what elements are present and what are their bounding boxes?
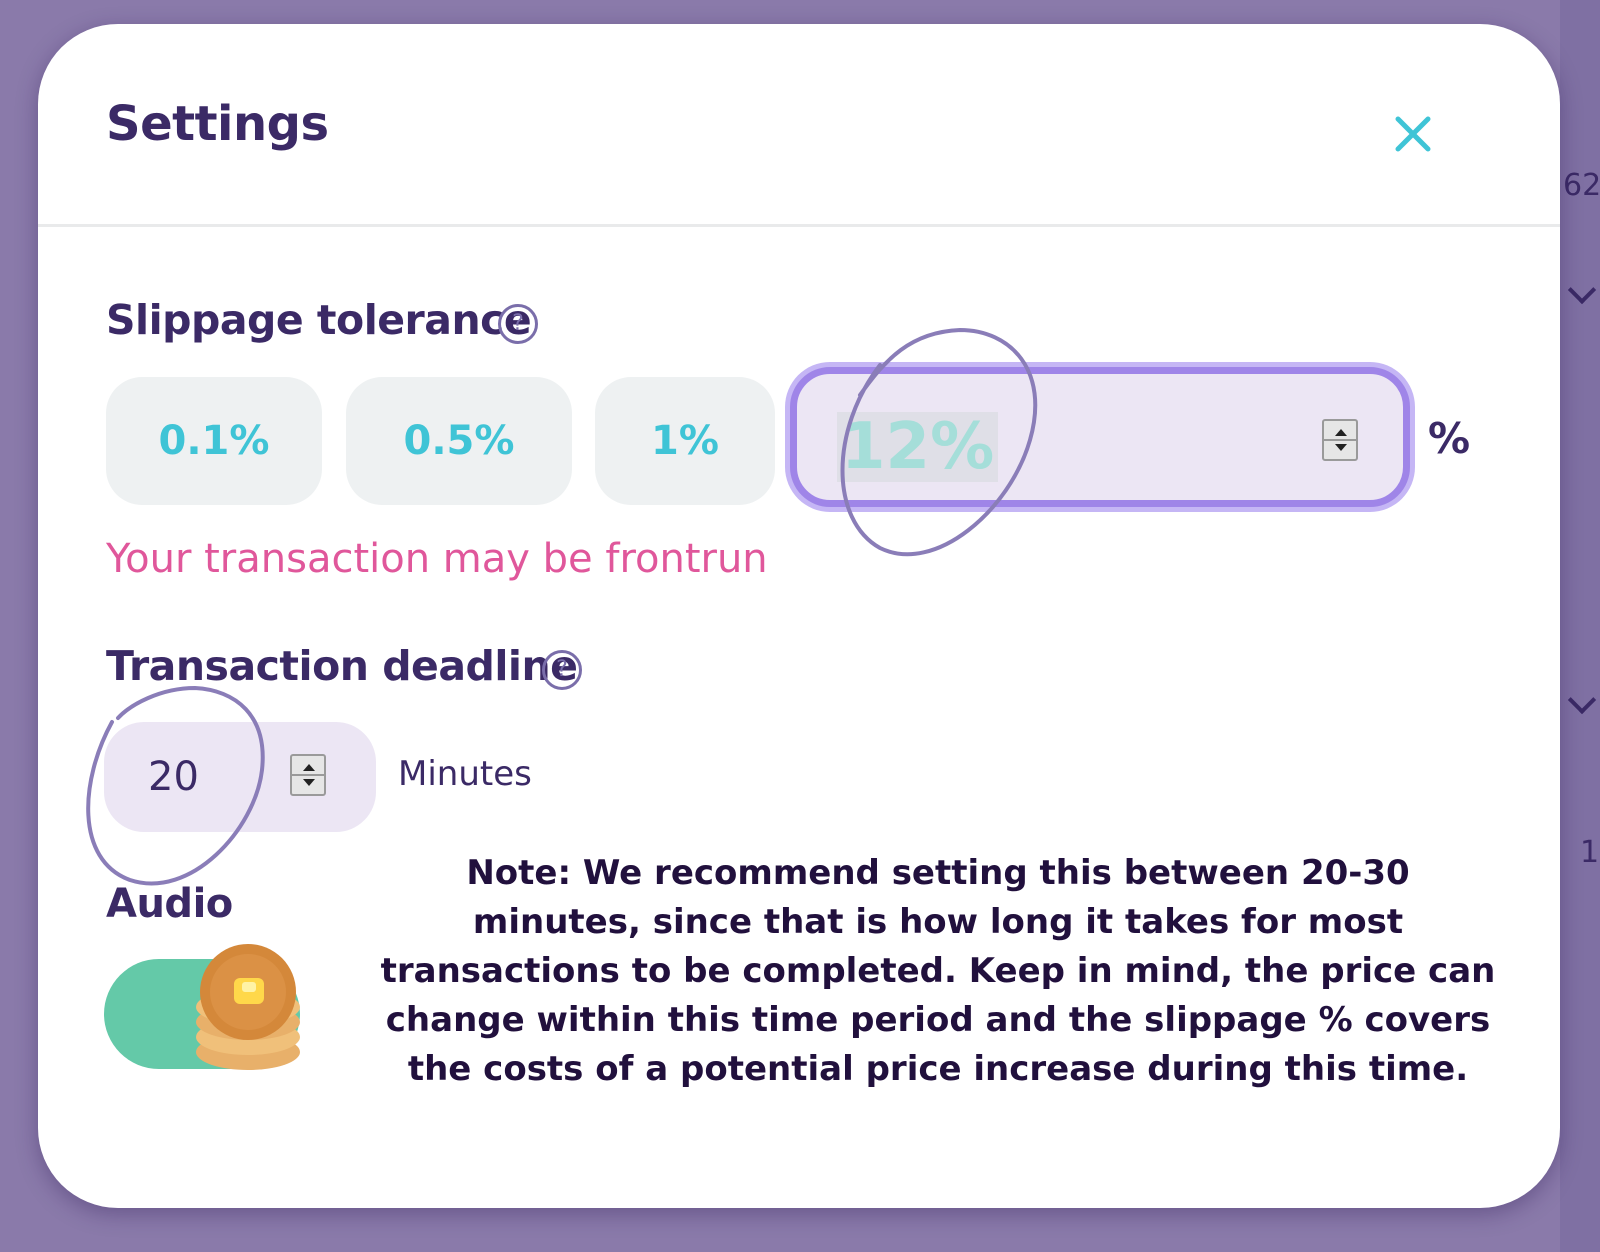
pancake-stack-icon[interactable] xyxy=(188,934,308,1074)
settings-modal: Settings Slippage tolerance ? 0.1% 0.5% … xyxy=(38,24,1560,1208)
slippage-preset-0-5[interactable]: 0.5% xyxy=(346,377,572,505)
arrow-up-icon[interactable] xyxy=(303,764,315,771)
background-number: 62 xyxy=(1563,168,1600,203)
close-icon xyxy=(1395,116,1431,152)
frontrun-warning: Your transaction may be frontrun xyxy=(106,536,768,582)
close-button[interactable] xyxy=(1383,104,1443,164)
deadline-stepper[interactable] xyxy=(290,754,326,796)
deadline-label: Transaction deadline xyxy=(106,642,578,690)
question-circle-icon[interactable]: ? xyxy=(498,304,538,344)
deadline-input[interactable]: 20 xyxy=(104,722,376,832)
arrow-up-icon[interactable] xyxy=(1335,429,1347,436)
slippage-custom-input[interactable]: 12% xyxy=(790,367,1410,507)
slippage-preset-0-1[interactable]: 0.1% xyxy=(106,377,322,505)
audio-label: Audio xyxy=(106,881,233,927)
arrow-down-icon[interactable] xyxy=(303,779,315,786)
modal-title: Settings xyxy=(106,96,329,152)
modal-header: Settings xyxy=(38,24,1560,227)
slippage-preset-1[interactable]: 1% xyxy=(595,377,775,505)
deadline-note: Note: We recommend setting this between … xyxy=(380,853,1496,1089)
slippage-label: Slippage tolerance xyxy=(106,296,532,344)
slippage-unit: % xyxy=(1428,414,1471,463)
background-number: 1 xyxy=(1580,835,1600,870)
deadline-unit: Minutes xyxy=(398,754,532,794)
slippage-stepper[interactable] xyxy=(1322,419,1358,461)
question-circle-icon[interactable]: ? xyxy=(542,650,582,690)
slippage-custom-value[interactable]: 12% xyxy=(837,412,999,482)
deadline-value[interactable]: 20 xyxy=(148,754,199,800)
arrow-down-icon[interactable] xyxy=(1335,444,1347,451)
